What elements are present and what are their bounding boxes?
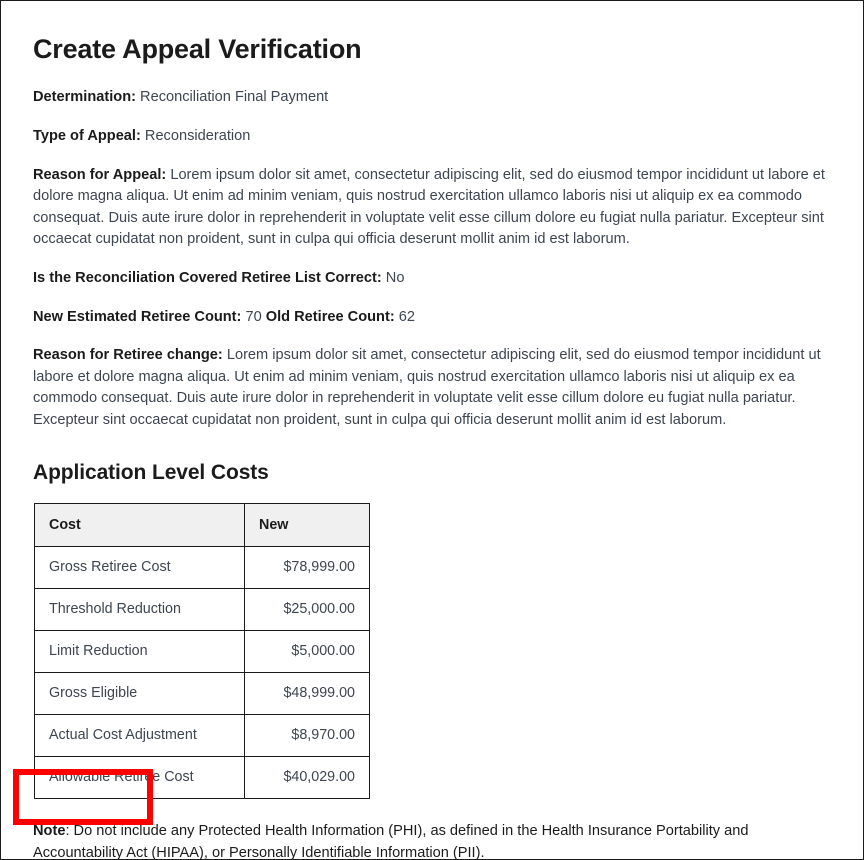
note-text: : Do not include any Protected Health In… xyxy=(33,822,749,860)
cell-cost-amount: $8,970.00 xyxy=(244,713,370,757)
table-head: Cost New xyxy=(34,502,370,547)
table-row: Limit Reduction $5,000.00 xyxy=(34,629,370,673)
page-content: Create Appeal Verification Determination… xyxy=(1,1,863,860)
type-of-appeal-field: Type of Appeal: Reconsideration xyxy=(33,126,841,148)
section-title-application-level-costs: Application Level Costs xyxy=(33,460,269,484)
cell-cost-label: Allowable Retiree Cost xyxy=(34,755,245,799)
old-retiree-count-value: 62 xyxy=(398,308,415,325)
new-estimated-retiree-count-label: New Estimated Retiree Count: xyxy=(33,308,242,325)
cell-cost-amount: $25,000.00 xyxy=(244,587,370,631)
retiree-counts-field: New Estimated Retiree Count: 70 Old Reti… xyxy=(33,307,841,329)
cell-cost-label: Limit Reduction xyxy=(34,629,245,673)
table-header-row: Cost New xyxy=(34,502,370,547)
reason-for-retiree-change-label: Reason for Retiree change: xyxy=(33,347,223,364)
table-row: Gross Eligible $48,999.00 xyxy=(34,671,370,715)
determination-value: Reconciliation Final Payment xyxy=(140,89,329,106)
retiree-list-correct-field: Is the Reconciliation Covered Retiree Li… xyxy=(33,268,841,290)
table-row: Gross Retiree Cost $78,999.00 xyxy=(34,545,370,589)
reason-for-appeal-label: Reason for Appeal: xyxy=(33,166,167,183)
cell-cost-label: Actual Cost Adjustment xyxy=(34,713,245,757)
reason-for-retiree-change-field: Reason for Retiree change: Lorem ipsum d… xyxy=(33,345,841,431)
determination-field: Determination: Reconciliation Final Paym… xyxy=(33,87,841,109)
table-row: Threshold Reduction $25,000.00 xyxy=(34,587,370,631)
type-of-appeal-label: Type of Appeal: xyxy=(33,127,141,144)
cell-cost-label: Gross Retiree Cost xyxy=(34,545,245,589)
new-estimated-retiree-count-value: 70 xyxy=(245,308,262,325)
old-retiree-count-label: Old Retiree Count: xyxy=(265,308,395,325)
cell-cost-amount: $40,029.00 xyxy=(244,755,370,799)
determination-label: Determination: xyxy=(33,89,136,106)
note-label: Note xyxy=(33,822,66,839)
cell-cost-amount: $48,999.00 xyxy=(244,671,370,715)
page-title: Create Appeal Verification xyxy=(33,34,362,64)
appeal-verification-page: Create Appeal Verification Determination… xyxy=(0,0,864,860)
retiree-list-correct-value: No xyxy=(385,269,405,286)
cell-cost-label: Threshold Reduction xyxy=(34,587,245,631)
cell-cost-amount: $78,999.00 xyxy=(244,545,370,589)
reason-for-appeal-field: Reason for Appeal: Lorem ipsum dolor sit… xyxy=(33,165,841,251)
table-body: Gross Retiree Cost $78,999.00 Threshold … xyxy=(34,545,370,799)
retiree-list-correct-label: Is the Reconciliation Covered Retiree Li… xyxy=(33,269,382,286)
cell-cost-label: Gross Eligible xyxy=(34,671,245,715)
phi-note: Note: Do not include any Protected Healt… xyxy=(33,821,823,860)
type-of-appeal-value: Reconsideration xyxy=(144,127,251,144)
cell-cost-amount: $5,000.00 xyxy=(244,629,370,673)
table-row: Actual Cost Adjustment $8,970.00 xyxy=(34,713,370,757)
column-header-cost: Cost xyxy=(34,502,245,547)
table-row: Allowable Retiree Cost $40,029.00 xyxy=(34,755,370,799)
column-header-new: New xyxy=(244,502,370,547)
application-level-costs-table: Cost New Gross Retiree Cost $78,999.00 T… xyxy=(34,502,370,799)
